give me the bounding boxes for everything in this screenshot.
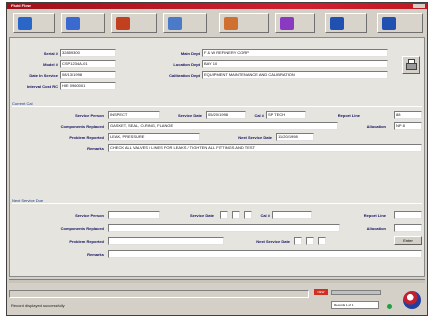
interval-cost-label: Interval Cost RC xyxy=(26,84,58,89)
allocation-label: Allocation xyxy=(366,124,386,129)
next-cal-label: Cal # xyxy=(260,213,270,218)
model-field[interactable]: CSP1234A-01 xyxy=(60,60,116,68)
application-window: Fluid Flow Serial # 32859300 Model # CSP… xyxy=(6,2,428,316)
current-divider xyxy=(12,106,422,107)
next-allocation-field[interactable] xyxy=(394,224,422,232)
status-badge: NEW xyxy=(314,289,328,295)
status-message: Record displayed successfully xyxy=(11,303,65,308)
toolbar xyxy=(7,10,427,36)
remarks-label: Remarks xyxy=(87,146,104,151)
report-line-label: Report Line xyxy=(337,113,360,118)
next-service-date-month[interactable] xyxy=(220,211,228,219)
help-icon xyxy=(330,17,344,30)
cal-field[interactable]: SP TECH xyxy=(266,111,306,119)
report-line-field[interactable]: 88 xyxy=(394,111,422,119)
toolbar-button-tasks[interactable] xyxy=(275,13,315,33)
problem-reported-field[interactable]: LEAK, PRESSURE xyxy=(108,133,200,141)
components-replaced-label: Components Replaced xyxy=(60,124,104,129)
location-dept-label: Location Dept xyxy=(173,62,200,67)
toolbar-button-person[interactable] xyxy=(61,13,105,33)
problem-reported-label: Problem Reported xyxy=(69,135,104,140)
people-icon xyxy=(224,17,238,30)
components-replaced-field[interactable]: GASKET, SEAL, O-RING, FLANGE xyxy=(108,122,338,130)
cal-label: Cal # xyxy=(254,113,264,118)
next-service-date-day[interactable] xyxy=(232,211,240,219)
next-next-date-label: Next Service Date xyxy=(256,239,290,244)
status-divider xyxy=(9,279,425,283)
next-remarks-label: Remarks xyxy=(87,252,104,257)
interval-cost-field[interactable]: HIE 0960001 xyxy=(60,82,116,90)
main-dept-field[interactable]: F & W REFINERY CORP xyxy=(202,49,388,57)
exit-icon xyxy=(382,17,396,30)
person-icon xyxy=(66,17,80,30)
title-bar: Fluid Flow xyxy=(7,3,427,9)
date-in-service-field[interactable]: 08/13/1998 xyxy=(60,71,116,79)
enter-button[interactable]: Enter xyxy=(394,236,422,245)
toolbar-button-chart[interactable] xyxy=(163,13,207,33)
date-in-service-label: Date In Service xyxy=(29,73,58,78)
next-problem-field[interactable] xyxy=(108,237,224,245)
record-pane: Serial # 32859300 Model # CSP1234A-01 Da… xyxy=(9,37,425,277)
next-report-line-field[interactable] xyxy=(394,211,422,219)
toolbar-button-exit[interactable] xyxy=(377,13,423,33)
calibration-dept-field[interactable]: EQUIPMENT MAINTENANCE AND CALIBRATION xyxy=(202,71,388,79)
window-controls[interactable] xyxy=(413,4,425,8)
next-service-date-label: Next Service Date xyxy=(238,135,272,140)
allocation-field[interactable]: NP 8 xyxy=(394,122,422,130)
next-service-person-label: Service Person xyxy=(75,213,104,218)
next-allocation-label: Allocation xyxy=(366,226,386,231)
service-date-field[interactable]: 05/20/1998 xyxy=(206,111,246,119)
next-divider xyxy=(12,203,422,204)
serial-label: Serial # xyxy=(43,51,58,56)
toolbar-button-grid[interactable] xyxy=(13,13,55,33)
next-next-date-day[interactable] xyxy=(306,237,314,245)
grid-icon xyxy=(18,17,32,30)
chart-icon xyxy=(168,17,182,30)
window-title: Fluid Flow xyxy=(11,3,31,8)
toolbar-button-form[interactable] xyxy=(111,13,157,33)
next-remarks-field[interactable] xyxy=(108,250,422,258)
record-count: Records 1 of 1 xyxy=(331,301,379,309)
globe-icon[interactable] xyxy=(403,291,421,309)
next-service-person-field[interactable] xyxy=(108,211,160,219)
form-icon xyxy=(116,17,130,30)
calibration-dept-label: Calibration Dept xyxy=(169,73,200,78)
next-service-date-label-2: Service Date xyxy=(189,213,214,218)
model-label: Model # xyxy=(43,62,58,67)
next-next-date-year[interactable] xyxy=(318,237,326,245)
status-bar xyxy=(9,290,309,298)
next-report-line-label: Report Line xyxy=(363,213,386,218)
toolbar-button-people[interactable] xyxy=(219,13,269,33)
remarks-field[interactable]: CHECK ALL VALVES / LINES FOR LEAKS / TIG… xyxy=(108,144,422,152)
print-button[interactable] xyxy=(402,56,420,74)
toolbar-button-help[interactable] xyxy=(325,13,367,33)
next-next-date-month[interactable] xyxy=(294,237,302,245)
next-service-date-year[interactable] xyxy=(244,211,252,219)
service-person-field[interactable]: INSPECT xyxy=(108,111,160,119)
progress-bar xyxy=(331,290,381,295)
service-person-label: Service Person xyxy=(75,113,104,118)
service-date-label: Service Date xyxy=(177,113,202,118)
status-area: Record displayed successfully NEW Record… xyxy=(9,279,425,315)
next-problem-label: Problem Reported xyxy=(69,239,104,244)
tasks-icon xyxy=(280,17,294,30)
location-dept-field[interactable]: BAY 10 xyxy=(202,60,388,68)
next-service-date-field[interactable]: 11/20/1998 xyxy=(276,133,314,141)
next-components-label: Components Replaced xyxy=(60,226,104,231)
next-cal-field[interactable] xyxy=(272,211,312,219)
serial-field[interactable]: 32859300 xyxy=(60,49,116,57)
main-dept-label: Main Dept xyxy=(180,51,200,56)
status-led-icon xyxy=(387,304,392,309)
next-components-field[interactable] xyxy=(108,224,340,232)
